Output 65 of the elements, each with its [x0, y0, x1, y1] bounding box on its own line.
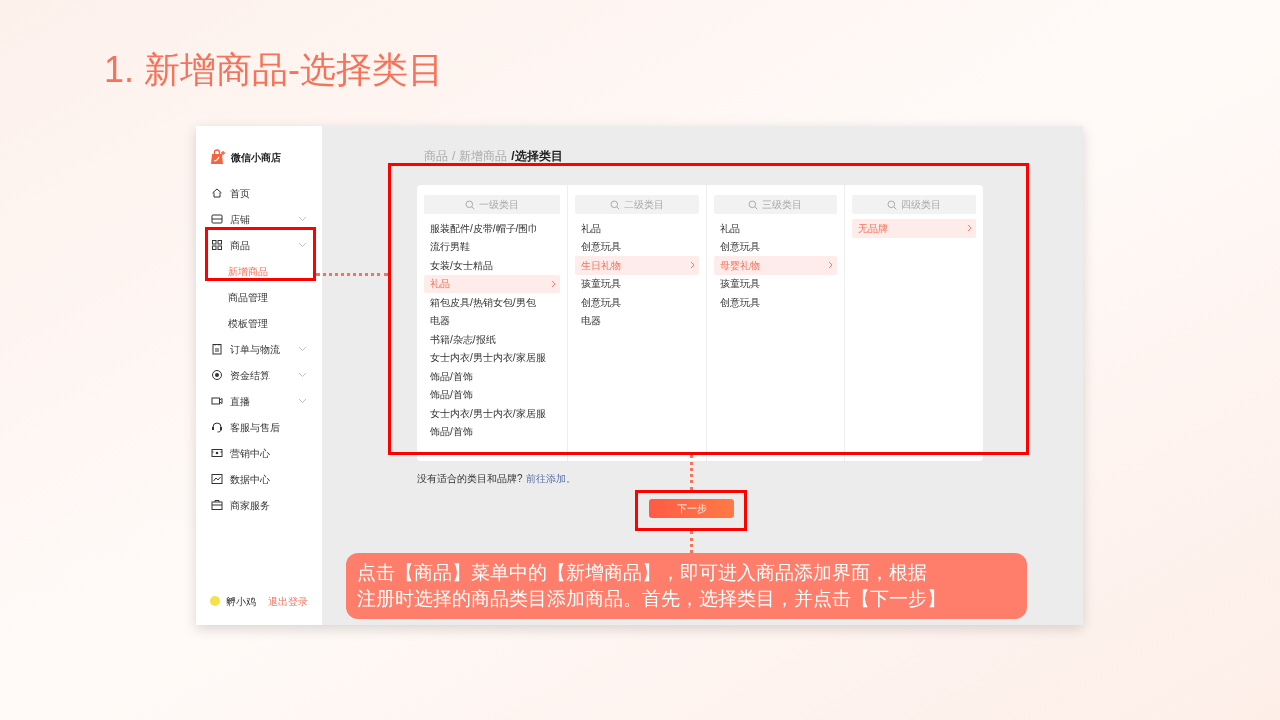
clipboard-icon: [211, 343, 223, 355]
hint-text: 没有适合的类目和品牌?: [417, 471, 523, 486]
search-icon: [465, 199, 475, 210]
category-item[interactable]: 箱包皮具/热销女包/男包: [424, 293, 560, 312]
nav-item[interactable]: 直播: [196, 388, 322, 414]
category-item[interactable]: 饰品/首饰: [424, 367, 560, 386]
leader-line: [690, 531, 693, 553]
coin-icon: [211, 369, 223, 381]
video-camera-icon: [211, 395, 223, 407]
shopping-bag-icon: [210, 149, 226, 165]
chevron-right-icon: [828, 261, 834, 270]
category-item[interactable]: 书籍/杂志/报纸: [424, 330, 560, 349]
chevron-right-icon: [551, 279, 556, 288]
nav-item[interactable]: 订单与物流: [196, 336, 322, 362]
breadcrumb-separator: /: [511, 148, 515, 165]
leader-line: [316, 273, 388, 276]
category-item[interactable]: 礼品: [713, 219, 838, 238]
nav-item[interactable]: 商品: [196, 232, 322, 258]
category-item[interactable]: 创意玩具: [713, 293, 838, 312]
nav-item[interactable]: 数据中心: [196, 466, 322, 492]
nav-item[interactable]: 客服与售后: [196, 414, 322, 440]
briefcase-icon: [211, 499, 223, 511]
chart-icon: [211, 473, 223, 485]
category-item[interactable]: 孩童玩具: [713, 274, 838, 293]
nav-item[interactable]: 店铺: [196, 206, 322, 232]
add-link[interactable]: 前往添加。: [525, 470, 576, 486]
category-item[interactable]: 创意玩具: [575, 237, 699, 256]
search-icon: [748, 199, 759, 210]
ticket-icon: [211, 447, 223, 459]
chevron-right-icon: [966, 224, 972, 233]
nav-item[interactable]: 资金结算: [196, 362, 322, 388]
category-item[interactable]: 电器: [424, 311, 560, 330]
brand-name: 微信小商店: [231, 150, 281, 165]
category-item[interactable]: 女装/女士精品: [424, 256, 560, 275]
category-item[interactable]: 饰品/首饰: [424, 422, 560, 441]
category-item[interactable]: 孩童玩具: [575, 274, 699, 293]
leader-line: [690, 455, 693, 490]
slide-title: 1. 新增商品-选择类目: [104, 48, 444, 92]
nav-item[interactable]: 营销中心: [196, 440, 322, 466]
chevron-right-icon: [689, 261, 695, 270]
nav-subitem[interactable]: 商品管理: [196, 284, 322, 310]
category-item[interactable]: 流行男鞋: [424, 237, 560, 256]
user-name: 孵小鸡: [226, 594, 257, 609]
search-icon: [609, 199, 620, 210]
category-item[interactable]: 礼品: [575, 219, 699, 238]
breadcrumb-separator: /: [452, 148, 456, 165]
grid-icon: [211, 239, 223, 251]
home-icon: [211, 187, 223, 199]
nav-subitem[interactable]: 模板管理: [196, 310, 322, 336]
headset-icon: [211, 421, 223, 433]
nav-item[interactable]: 首页: [196, 180, 322, 206]
store-icon: [211, 213, 223, 225]
search-icon: [887, 199, 897, 210]
category-item[interactable]: 女士内衣/男士内衣/家居服: [424, 348, 560, 367]
callout-text: 注册时选择的商品类目添加商品。首先，选择类目，并点击【下一步】: [357, 587, 947, 611]
category-item[interactable]: 服装配件/皮带/帽子/围巾: [424, 219, 560, 238]
nav-item[interactable]: 商家服务: [196, 492, 322, 518]
avatar-icon: [210, 596, 220, 606]
category-item[interactable]: 创意玩具: [713, 237, 838, 256]
category-item[interactable]: 电器: [575, 311, 699, 330]
category-item[interactable]: 女士内衣/男士内衣/家居服: [424, 404, 560, 423]
callout-text: 点击【商品】菜单中的【新增商品】，即可进入商品添加界面，根据: [357, 561, 928, 585]
breadcrumb-item: 选择类目: [514, 148, 563, 165]
category-item[interactable]: 创意玩具: [575, 293, 699, 312]
category-item[interactable]: 饰品/首饰: [424, 385, 560, 404]
